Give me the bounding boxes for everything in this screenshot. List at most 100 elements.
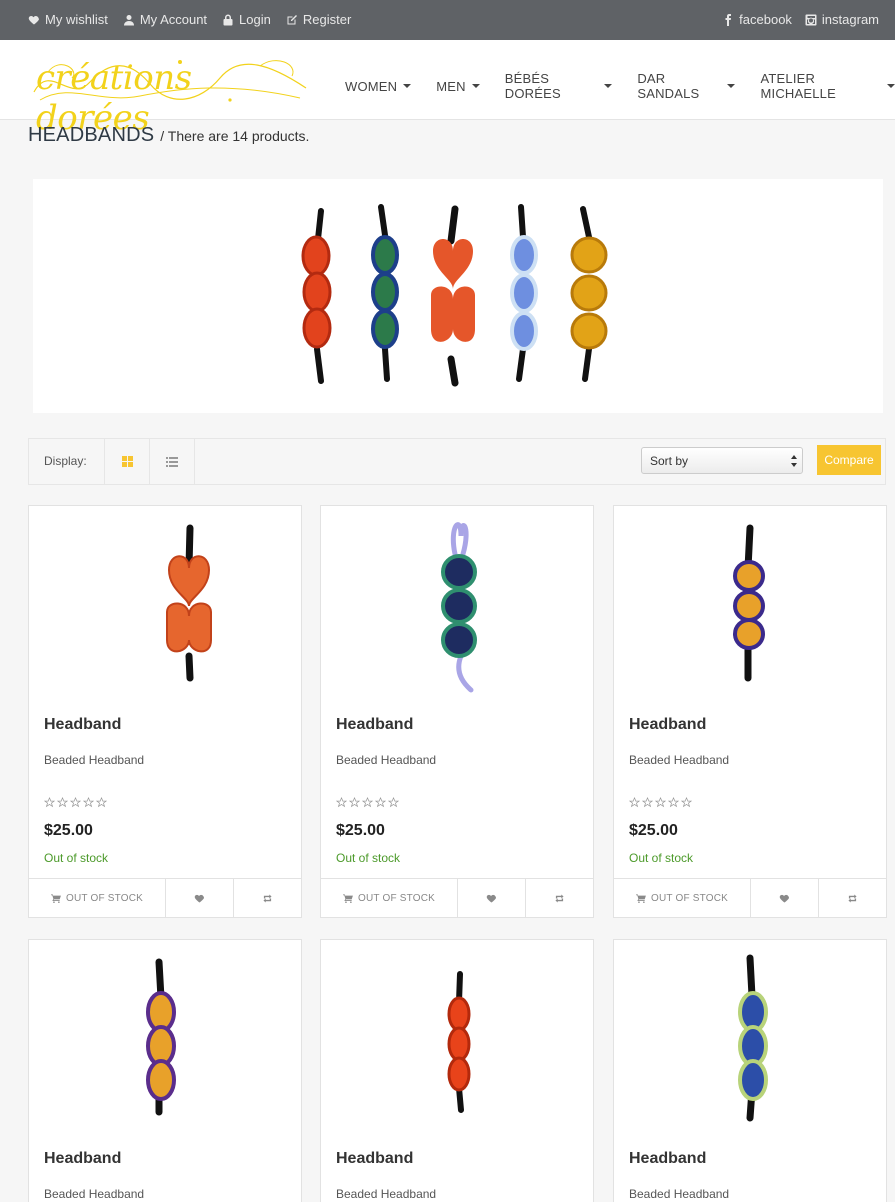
product-card[interactable]: Headband Beaded Headband (320, 939, 594, 1202)
star-icon (96, 797, 107, 808)
product-card[interactable]: Headband Beaded Headband (613, 939, 887, 1202)
caret-down-icon (886, 84, 895, 88)
instagram-label: instagram (821, 12, 879, 27)
product-description: Beaded Headband (336, 1187, 437, 1201)
nav-item[interactable]: ATELIER MICHAELLE (760, 71, 895, 101)
cart-icon (636, 893, 646, 903)
heart-icon (28, 15, 39, 24)
product-name[interactable]: Headband (629, 1150, 706, 1168)
product-card[interactable]: Headband Beaded Headband $25.00 Out of stoc… (320, 505, 594, 918)
login-label: Login (239, 12, 271, 27)
compare-button[interactable]: Compare (817, 445, 881, 475)
nav-item-label: BÉBÉS DORÉES (504, 71, 561, 101)
add-to-cart-button[interactable]: OUT OF STOCK (321, 879, 458, 917)
nav-item[interactable]: WOMEN (345, 71, 412, 101)
register-label: Register (302, 12, 352, 27)
product-actions: OUT OF STOCK (614, 878, 886, 917)
my-account-label: My Account (139, 12, 208, 27)
register-link[interactable]: Register (286, 12, 351, 27)
product-name[interactable]: Headband (336, 1150, 413, 1168)
select-arrows-icon (791, 455, 797, 467)
site-header: créations dorées WOMEN MEN BÉBÉS DORÉES DAR… (0, 40, 895, 138)
star-icon (362, 797, 373, 808)
star-icon (70, 797, 81, 808)
add-to-wishlist-button[interactable] (751, 879, 819, 917)
nav-item-label: WOMEN (345, 78, 398, 94)
wishlist-label: My wishlist (45, 12, 108, 27)
caret-down-icon (727, 84, 736, 88)
product-description: Beaded Headband (629, 753, 730, 767)
product-image[interactable] (321, 506, 593, 701)
instagram-link[interactable]: instagram (805, 12, 879, 27)
sort-by-value: Sort by (650, 454, 689, 468)
wishlist-link[interactable]: My wishlist (28, 12, 108, 27)
nav-item-label: ATELIER MICHAELLE (760, 71, 836, 101)
caret-down-icon (403, 84, 412, 88)
star-icon (57, 797, 68, 808)
product-name[interactable]: Headband (629, 716, 706, 734)
star-icon (375, 797, 386, 808)
facebook-icon (725, 13, 732, 26)
facebook-link[interactable]: facebook (722, 12, 792, 27)
product-image[interactable] (614, 940, 886, 1135)
add-to-compare-button[interactable] (526, 879, 593, 917)
sort-by-select[interactable]: Sort by (641, 447, 803, 474)
add-to-wishlist-button[interactable] (458, 879, 526, 917)
caret-down-icon (604, 84, 613, 88)
login-link[interactable]: Login (222, 12, 271, 27)
star-icon (44, 797, 55, 808)
star-icon (681, 797, 692, 808)
product-image[interactable] (29, 506, 301, 701)
product-image[interactable] (29, 940, 301, 1135)
product-price: $25.00 (629, 822, 678, 839)
compare-icon (555, 893, 564, 903)
product-name[interactable]: Headband (336, 716, 413, 734)
star-icon (83, 797, 94, 808)
star-icon (336, 797, 347, 808)
product-price: $25.00 (336, 822, 385, 839)
add-to-cart-button[interactable]: OUT OF STOCK (614, 879, 751, 917)
product-card[interactable]: Headband Beaded Headband (28, 939, 302, 1202)
list-view-button[interactable] (149, 439, 195, 484)
grid-view-button[interactable] (104, 439, 150, 484)
nav-item-label: DAR SANDALS (637, 71, 700, 101)
my-account-link[interactable]: My Account (123, 12, 207, 27)
product-card[interactable]: Headband Beaded Headband $25.00 Out of stoc… (28, 505, 302, 918)
star-icon (629, 797, 640, 808)
add-to-compare-button[interactable] (819, 879, 886, 917)
product-description: Beaded Headband (44, 753, 145, 767)
nav-item[interactable]: MEN (436, 71, 480, 101)
product-list-toolbar: Display: Sort by Compare (28, 438, 886, 485)
nav-item[interactable]: DAR SANDALS (637, 71, 736, 101)
star-icon (655, 797, 666, 808)
heart-icon (779, 894, 790, 903)
add-to-cart-button[interactable]: OUT OF STOCK (29, 879, 166, 917)
add-to-cart-label: OUT OF STOCK (357, 892, 436, 904)
top-bar: My wishlist My Account Login Register fa… (0, 0, 895, 40)
product-name[interactable]: Headband (44, 716, 121, 734)
compare-icon (848, 893, 857, 903)
lock-icon (223, 14, 233, 25)
site-logo[interactable]: créations dorées (30, 52, 310, 138)
product-rating (336, 797, 399, 808)
product-name[interactable]: Headband (44, 1150, 121, 1168)
caret-down-icon (471, 84, 480, 88)
category-banner-image (33, 179, 883, 413)
product-image[interactable] (321, 940, 593, 1135)
cart-icon (51, 893, 61, 903)
facebook-label: facebook (739, 12, 792, 27)
headbands-banner-graphic (301, 204, 608, 387)
display-label: Display: (44, 454, 87, 468)
nav-item[interactable]: BÉBÉS DORÉES (505, 71, 613, 101)
product-card[interactable]: Headband Beaded Headband $25.00 Out of stoc… (613, 505, 887, 918)
star-icon (349, 797, 360, 808)
heart-icon (194, 894, 205, 903)
nav-item-label: MEN (436, 78, 466, 94)
product-actions: OUT OF STOCK (321, 878, 593, 917)
add-to-compare-button[interactable] (234, 879, 301, 917)
add-to-wishlist-button[interactable] (166, 879, 234, 917)
main-nav: WOMEN MEN BÉBÉS DORÉES DAR SANDALS ATELIER M… (345, 71, 895, 101)
heart-icon (486, 894, 497, 903)
top-bar-user-links: My wishlist My Account Login Register (28, 12, 351, 27)
product-image[interactable] (614, 506, 886, 701)
